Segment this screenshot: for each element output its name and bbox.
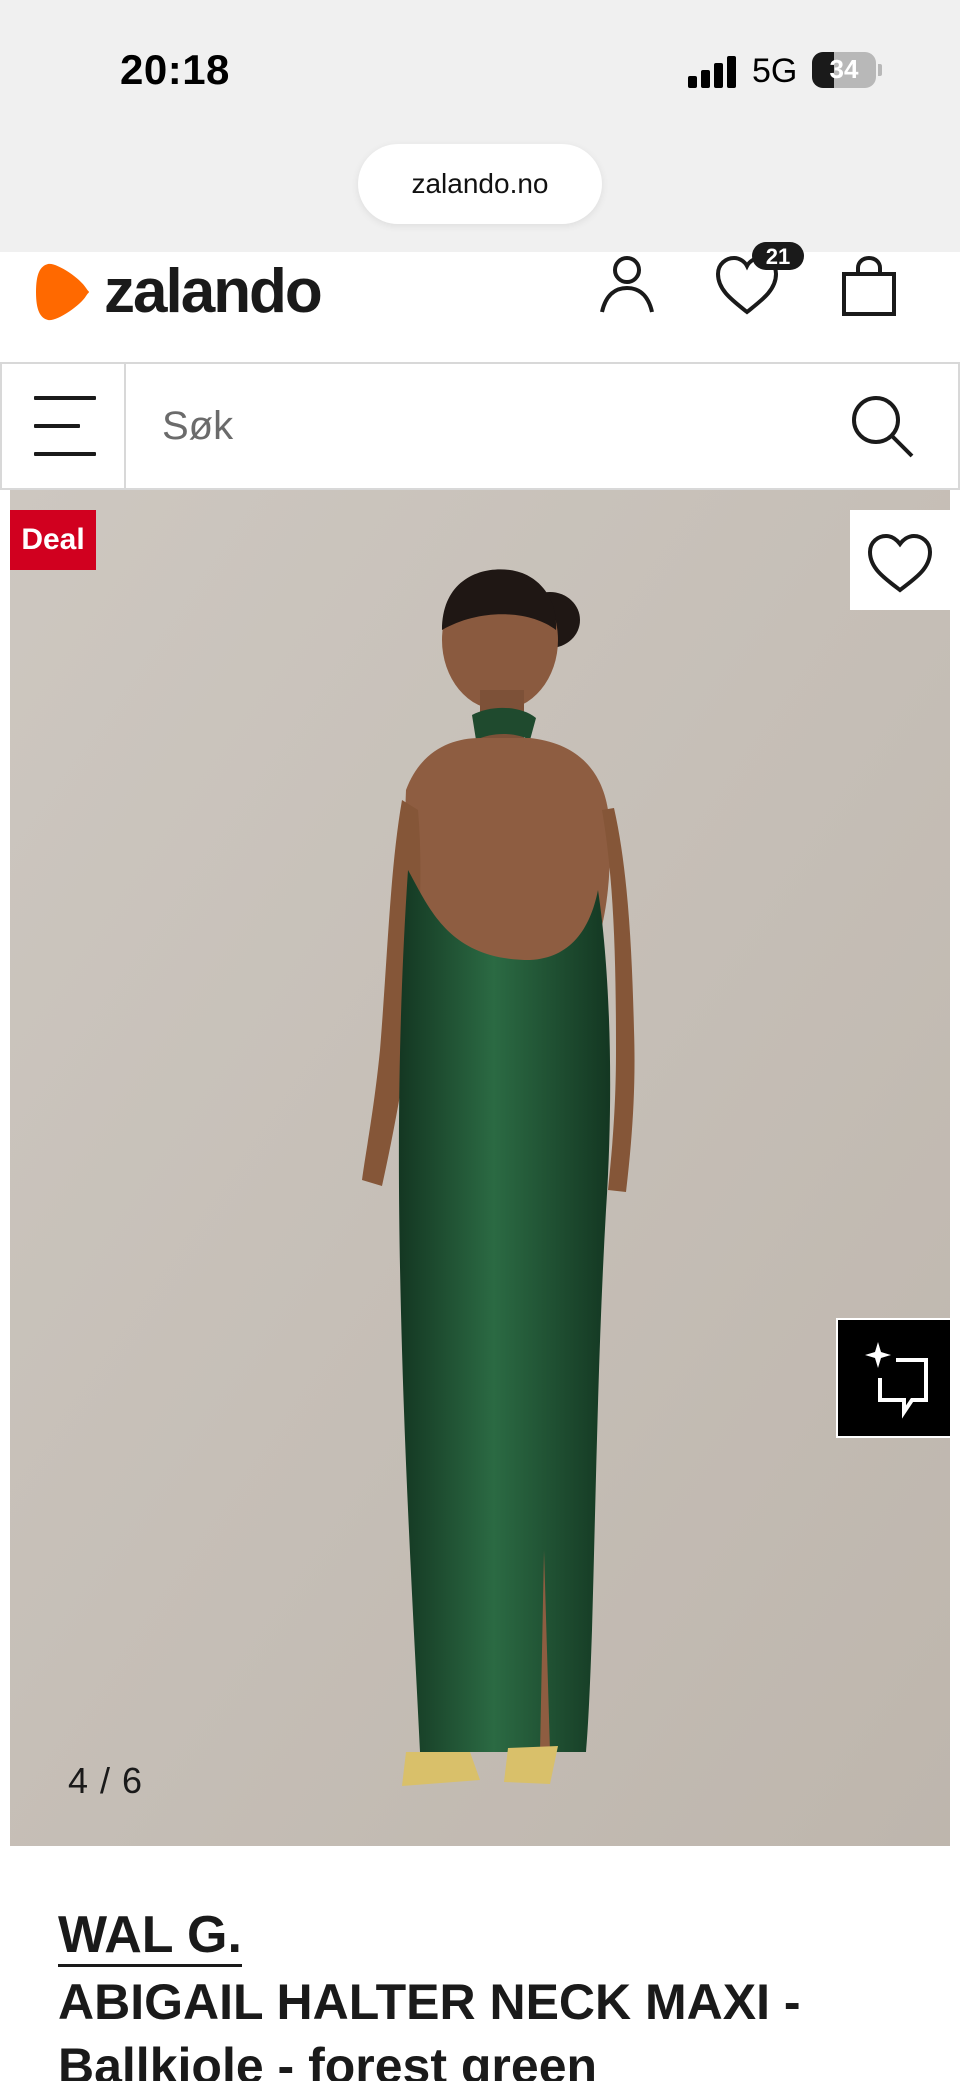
search-input[interactable] <box>162 394 802 458</box>
product-brand-link[interactable]: WAL G. <box>58 1906 242 1967</box>
search-bar <box>0 362 960 490</box>
hamburger-icon <box>34 396 96 400</box>
battery-icon: 34 <box>812 52 876 88</box>
wishlist-count-badge: 21 <box>752 242 804 270</box>
deal-badge: Deal <box>10 510 96 570</box>
battery-percentage: 34 <box>829 54 859 84</box>
add-to-wishlist-button[interactable] <box>850 510 950 610</box>
status-bar: 20:18 5G 34 zalando.no <box>0 0 960 252</box>
product-title: ABIGAIL HALTER NECK MAXI - Ballkjole - f… <box>58 1974 801 2081</box>
browser-url-bar[interactable]: zalando.no <box>358 144 602 224</box>
image-counter: 4 / 6 <box>68 1760 144 1801</box>
menu-button[interactable] <box>2 364 126 488</box>
shopping-bag-icon[interactable] <box>834 252 904 322</box>
ai-assistant-button[interactable] <box>836 1318 950 1438</box>
heart-icon <box>867 533 933 593</box>
site-header: zalando <box>0 252 960 362</box>
battery-tip <box>878 64 882 76</box>
hamburger-icon <box>34 452 96 456</box>
product-photo <box>10 490 950 1846</box>
signal-icon <box>688 56 738 88</box>
zalando-logo-text[interactable]: zalando <box>104 256 323 327</box>
hamburger-icon <box>34 424 80 428</box>
sparkle-chat-icon <box>865 1342 928 1419</box>
network-type: 5G <box>752 52 798 90</box>
search-icon[interactable] <box>846 390 918 462</box>
zalando-logo-icon[interactable] <box>34 262 90 322</box>
status-time: 20:18 <box>120 46 230 93</box>
user-icon[interactable] <box>592 252 662 322</box>
product-image[interactable]: Deal 4 / 6 <box>10 490 950 1846</box>
